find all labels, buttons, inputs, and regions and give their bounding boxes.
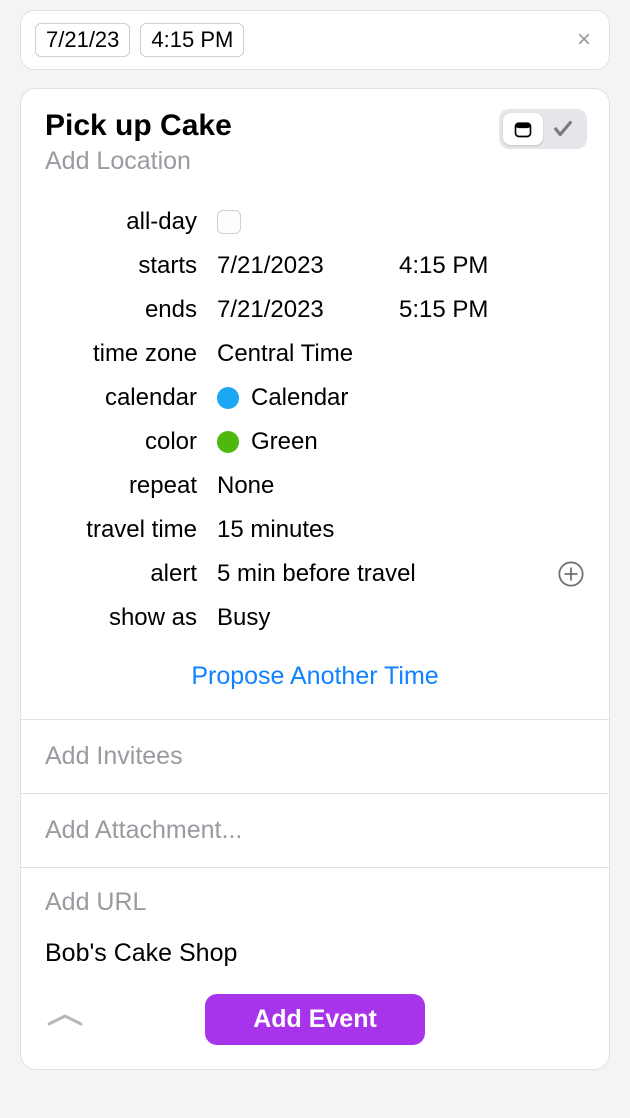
reminder-mode-button[interactable] xyxy=(543,113,583,145)
travel-label: travel time xyxy=(45,516,217,544)
repeat-label: repeat xyxy=(45,472,217,500)
timezone-row: time zone Central Time xyxy=(45,332,585,376)
calendar-name: Calendar xyxy=(251,384,348,412)
calendar-mode-button[interactable] xyxy=(503,113,543,145)
close-icon[interactable]: × xyxy=(577,28,591,52)
propose-time-link[interactable]: Propose Another Time xyxy=(191,662,438,690)
date-chip[interactable]: 7/21/23 xyxy=(35,23,130,57)
quick-entry-bar[interactable]: 7/21/23 4:15 PM × xyxy=(20,10,610,70)
chevron-up-icon[interactable] xyxy=(45,1012,85,1028)
timezone-value[interactable]: Central Time xyxy=(217,340,585,368)
starts-time[interactable]: 4:15 PM xyxy=(399,252,488,280)
starts-row: starts 7/21/2023 4:15 PM xyxy=(45,244,585,288)
event-details: all-day starts 7/21/2023 4:15 PM ends 7/… xyxy=(21,188,609,719)
invitees-placeholder: Add Invitees xyxy=(45,742,585,771)
propose-time-row: Propose Another Time xyxy=(45,640,585,691)
calendar-icon xyxy=(513,119,533,139)
checkmark-icon xyxy=(552,118,574,140)
alert-row: alert 5 min before travel xyxy=(45,552,585,596)
color-label: color xyxy=(45,428,217,456)
all-day-label: all-day xyxy=(45,208,217,236)
show-as-value[interactable]: Busy xyxy=(217,604,585,632)
timezone-label: time zone xyxy=(45,340,217,368)
show-as-row: show as Busy xyxy=(45,596,585,640)
add-alert-icon[interactable] xyxy=(557,560,585,588)
alert-label: alert xyxy=(45,560,217,588)
notes-field[interactable]: Bob's Cake Shop xyxy=(45,939,585,968)
calendar-color-dot xyxy=(217,387,239,409)
repeat-value[interactable]: None xyxy=(217,472,585,500)
url-notes-section: Add URL Bob's Cake Shop Add Event xyxy=(21,867,609,1069)
event-header: Pick up Cake Add Location xyxy=(21,89,609,188)
alert-value[interactable]: 5 min before travel xyxy=(217,560,416,588)
repeat-row: repeat None xyxy=(45,464,585,508)
color-name: Green xyxy=(251,428,318,456)
calendar-row: calendar Calendar xyxy=(45,376,585,420)
color-row: color Green xyxy=(45,420,585,464)
ends-date[interactable]: 7/21/2023 xyxy=(217,296,387,324)
footer-row: Add Event xyxy=(45,994,585,1045)
calendar-value[interactable]: Calendar xyxy=(217,384,585,412)
time-chip[interactable]: 4:15 PM xyxy=(140,23,244,57)
attachment-section[interactable]: Add Attachment... xyxy=(21,793,609,867)
location-field[interactable]: Add Location xyxy=(45,147,585,176)
attachment-placeholder: Add Attachment... xyxy=(45,816,585,845)
all-day-row: all-day xyxy=(45,200,585,244)
travel-row: travel time 15 minutes xyxy=(45,508,585,552)
color-dot xyxy=(217,431,239,453)
calendar-label: calendar xyxy=(45,384,217,412)
ends-time[interactable]: 5:15 PM xyxy=(399,296,488,324)
color-value[interactable]: Green xyxy=(217,428,585,456)
mode-toggle[interactable] xyxy=(499,109,587,149)
ends-row: ends 7/21/2023 5:15 PM xyxy=(45,288,585,332)
show-as-label: show as xyxy=(45,604,217,632)
add-event-button[interactable]: Add Event xyxy=(205,994,425,1045)
starts-label: starts xyxy=(45,252,217,280)
starts-date[interactable]: 7/21/2023 xyxy=(217,252,387,280)
travel-value[interactable]: 15 minutes xyxy=(217,516,585,544)
invitees-section[interactable]: Add Invitees xyxy=(21,719,609,793)
all-day-checkbox[interactable] xyxy=(217,210,241,234)
ends-label: ends xyxy=(45,296,217,324)
url-field[interactable]: Add URL xyxy=(45,888,585,917)
event-card: Pick up Cake Add Location all-day xyxy=(20,88,610,1070)
